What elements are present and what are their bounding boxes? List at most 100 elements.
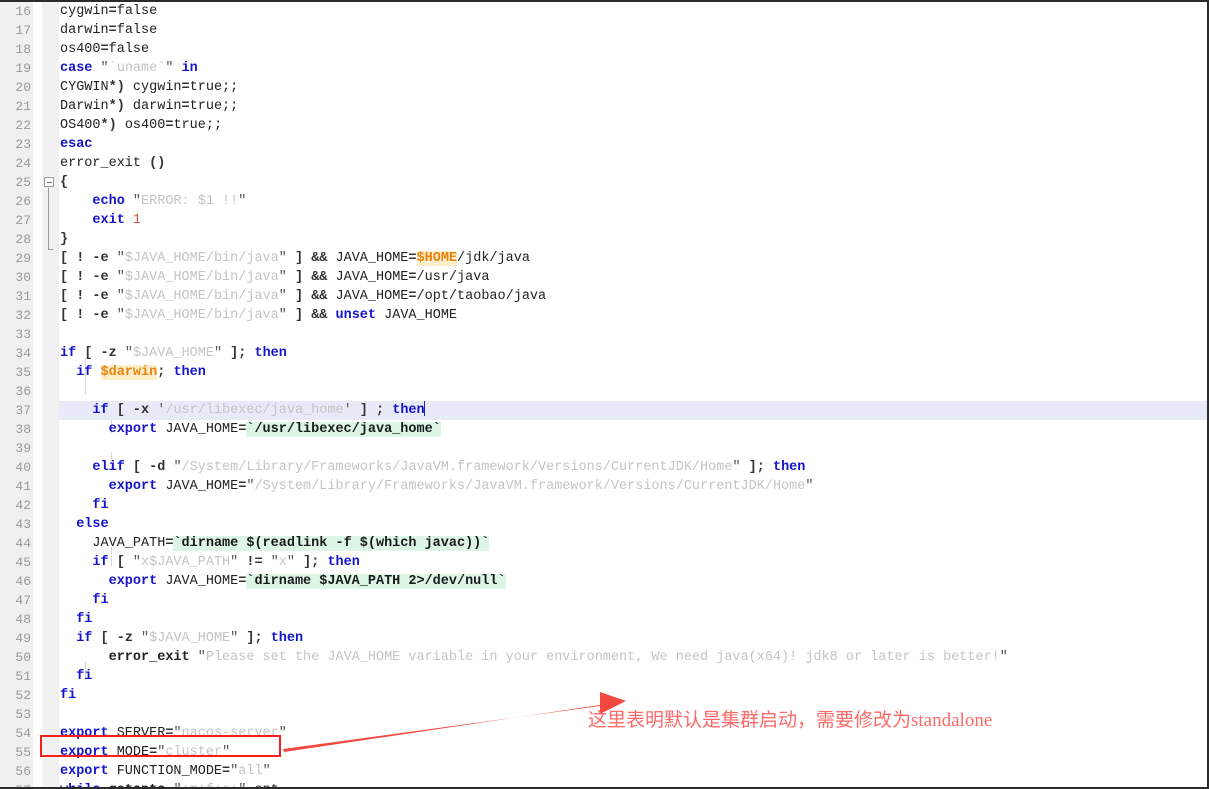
token-pl: true;; (189, 99, 239, 114)
code-text: darwin=false (60, 21, 157, 40)
token-qt: " (173, 460, 182, 475)
token-qt: " (805, 479, 814, 494)
token-kw: else (76, 517, 109, 532)
code-line[interactable]: 49 if [ -z "$JAVA_HOME" ]; then (0, 629, 1207, 648)
token-pl: error_exit (60, 156, 150, 171)
code-line[interactable]: 24 error_exit () (0, 154, 1207, 173)
token-pl: /opt/taobao/java (416, 289, 547, 304)
code-line[interactable]: 19 case "`uname`" in (0, 59, 1207, 78)
code-line[interactable]: 37 if [ -x '/usr/libexec/java_home' ] ; … (0, 401, 1207, 420)
token-qt: " (116, 251, 125, 266)
token-kw: while (60, 783, 101, 787)
code-line[interactable]: 18 os400=false (0, 40, 1207, 59)
token-op: } (60, 232, 69, 247)
line-number: 16 (15, 4, 31, 19)
code-line[interactable]: 48 fi (0, 610, 1207, 629)
code-line[interactable]: 42 fi (0, 496, 1207, 515)
token-qt: " (270, 555, 279, 570)
token-kw: fi (92, 593, 109, 608)
token-kw: then (254, 346, 287, 361)
line-number: 45 (15, 555, 31, 570)
code-text: elif [ -d "/System/Library/Frameworks/Ja… (60, 458, 805, 477)
token-kw: exit (92, 213, 125, 228)
token-op: ; (376, 403, 385, 418)
token-kw: if (92, 403, 109, 418)
code-line[interactable]: 57 while getopts ":m:f:s:" opt (0, 781, 1207, 787)
token-op: = (108, 4, 117, 19)
token-pl: FUNCTION_MODE (108, 764, 223, 779)
code-line[interactable]: 32 [ ! -e "$JAVA_HOME/bin/java" ] && unse… (0, 306, 1207, 325)
token-op: { (60, 175, 69, 190)
code-line[interactable]: 51 fi (0, 667, 1207, 686)
code-line[interactable]: 29 [ ! -e "$JAVA_HOME/bin/java" ] && JAVA… (0, 249, 1207, 268)
code-content-area[interactable]: 16 cygwin=false 17 darwin=false 18 os400=fals… (0, 2, 1207, 787)
code-line[interactable]: 40 elif [ -d "/System/Library/Frameworks… (0, 458, 1207, 477)
code-line[interactable]: 30 [ ! -e "$JAVA_HOME/bin/java" ] && JAVA… (0, 268, 1207, 287)
code-text: esac (60, 135, 92, 154)
token-op: = (181, 99, 190, 114)
code-line[interactable]: 38 export JAVA_HOME=`/usr/libexec/java_h… (0, 420, 1207, 439)
token-op: [ ! -e (60, 251, 117, 266)
fold-region-line (48, 188, 49, 249)
token-bq: `dirname $JAVA_PATH 2>/dev/null` (246, 574, 506, 589)
code-line[interactable]: 21 Darwin*) darwin=true;; (0, 97, 1207, 116)
token-qt: " (278, 308, 287, 323)
token-op: ]; (295, 555, 320, 570)
token-pl: JAVA_PATH (60, 536, 166, 551)
code-text: if [ -z "$JAVA_HOME" ]; then (60, 629, 303, 648)
code-line[interactable]: 31 [ ! -e "$JAVA_HOME/bin/java" ] && JAVA… (0, 287, 1207, 306)
code-line[interactable]: 22 OS400*) os400=true;; (0, 116, 1207, 135)
token-str: $JAVA_HOME/bin/java (124, 251, 279, 266)
code-line[interactable]: 52 fi (0, 686, 1207, 705)
code-text: while getopts ":m:f:s:" opt (60, 781, 279, 787)
code-text: if [ -z "$JAVA_HOME" ]; then (60, 344, 287, 363)
code-line[interactable]: 28} (0, 230, 1207, 249)
code-line[interactable]: 50 error_exit "Please set the JAVA_HOME … (0, 648, 1207, 667)
code-line[interactable]: 47 fi (0, 591, 1207, 610)
code-line[interactable]: 44 JAVA_PATH=`dirname $(readlink -f $(wh… (0, 534, 1207, 553)
token-plb: error_exit (108, 650, 190, 665)
line-number: 47 (15, 593, 31, 608)
code-editor-screenshot: 16 cygwin=false 17 darwin=false 18 os400=fals… (0, 0, 1209, 789)
code-line[interactable]: 41 export JAVA_HOME="/System/Library/Fra… (0, 477, 1207, 496)
fold-collapse-icon[interactable] (44, 177, 54, 187)
code-line[interactable]: 34 if [ -z "$JAVA_HOME" ]; then (0, 344, 1207, 363)
line-number: 43 (15, 517, 31, 532)
token-op: = (100, 42, 109, 57)
token-str: x (278, 555, 287, 570)
token-qt: " (197, 650, 206, 665)
code-line[interactable]: 33 (0, 325, 1207, 344)
code-line[interactable]: 39 (0, 439, 1207, 458)
code-line[interactable]: 25 { (0, 173, 1207, 192)
code-line[interactable]: 16 cygwin=false (0, 2, 1207, 21)
code-line[interactable]: 17 darwin=false (0, 21, 1207, 40)
code-text: export JAVA_HOME="/System/Library/Framew… (60, 477, 814, 496)
code-line[interactable]: 20 CYGWIN*) cygwin=true;; (0, 78, 1207, 97)
token-qt: " (262, 764, 271, 779)
code-line[interactable]: 23 esac (0, 135, 1207, 154)
code-line[interactable]: 43 else (0, 515, 1207, 534)
code-line[interactable]: 27 exit 1 (0, 211, 1207, 230)
token-qt: " (116, 308, 125, 323)
token-op: = (222, 764, 231, 779)
code-line[interactable]: 56 export FUNCTION_MODE="all" (0, 762, 1207, 781)
code-line[interactable]: 35 if $darwin; then (0, 363, 1207, 382)
code-text: case "`uname`" in (60, 59, 198, 78)
token-op: ] (286, 270, 304, 285)
code-line[interactable]: 45 if [ "x$JAVA_PATH" != "x" ]; then (0, 553, 1207, 572)
line-number: 33 (15, 327, 31, 342)
code-line[interactable]: 46 export JAVA_HOME=`dirname $JAVA_PATH … (0, 572, 1207, 591)
token-str: /System/Library/Frameworks/JavaVM.framew… (254, 479, 806, 494)
line-number: 19 (15, 61, 31, 76)
code-line[interactable]: 26 echo "ERROR: $1 !!" (0, 192, 1207, 211)
code-line[interactable]: 36 (0, 382, 1207, 401)
